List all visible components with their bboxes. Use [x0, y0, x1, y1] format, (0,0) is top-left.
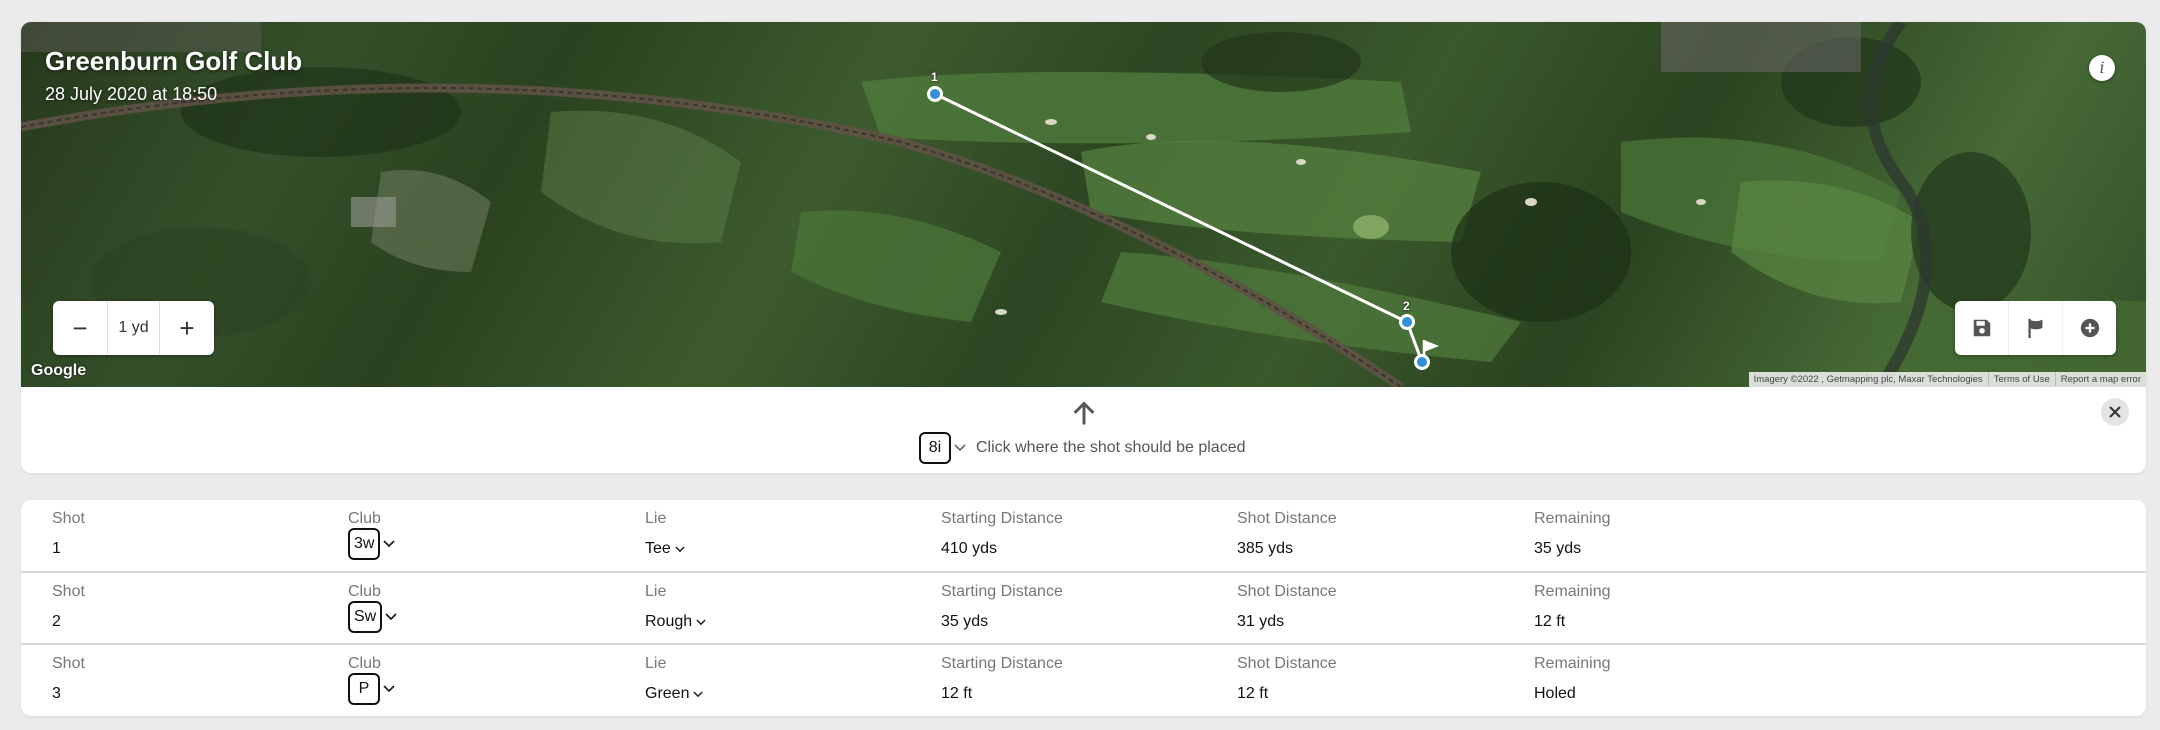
chevron-down-icon[interactable] — [954, 444, 966, 452]
club-chip[interactable]: P — [348, 673, 380, 705]
chevron-down-icon[interactable] — [383, 540, 396, 548]
shot-header: Shot — [52, 510, 85, 527]
shots-table: Shot 1 Club 3w Lie Tee Starting Distance — [21, 500, 2146, 716]
placement-club-chip[interactable]: 8i — [919, 432, 951, 464]
shot-distance-value: 12 ft — [1237, 685, 1269, 702]
zoom-level: 1 yd — [107, 301, 160, 355]
satellite-map[interactable]: 1 2 Greenburn Golf Club 28 July 2020 at … — [21, 22, 2146, 387]
shot-distance-header: Shot Distance — [1237, 655, 1337, 672]
lie-header: Lie — [645, 510, 667, 527]
placement-prompt: 8i Click where the shot should be placed — [919, 432, 1246, 464]
chevron-down-icon[interactable] — [693, 690, 704, 698]
remaining-header: Remaining — [1534, 655, 1611, 672]
lie-header: Lie — [645, 655, 667, 672]
remaining-header: Remaining — [1534, 583, 1611, 600]
start-distance-header: Starting Distance — [941, 655, 1063, 672]
add-circle-icon — [2080, 318, 2099, 338]
chevron-down-icon[interactable] — [385, 613, 397, 621]
lie-value[interactable]: Rough — [645, 613, 692, 631]
lie-header: Lie — [645, 583, 667, 600]
shot-number: 1 — [52, 540, 61, 557]
chevron-down-icon[interactable] — [383, 685, 395, 693]
start-distance-value: 410 yds — [941, 540, 998, 557]
close-icon — [2109, 406, 2121, 418]
placement-instruction: Click where the shot should be placed — [976, 439, 1246, 456]
lie-select[interactable]: Tee — [645, 540, 685, 558]
start-distance-header: Starting Distance — [941, 583, 1063, 600]
shot-marker[interactable] — [927, 86, 943, 102]
remaining-value: 35 yds — [1534, 540, 1582, 557]
map-tools — [1955, 301, 2116, 355]
shot-number: 2 — [52, 613, 61, 630]
terms-link[interactable]: Terms of Use — [1987, 372, 2055, 387]
club-select[interactable]: P — [348, 673, 395, 705]
info-button[interactable]: i — [2089, 55, 2115, 81]
lie-select[interactable]: Green — [645, 685, 704, 703]
chevron-down-icon[interactable] — [675, 545, 685, 553]
ball-position-marker[interactable] — [1414, 354, 1430, 370]
lie-select[interactable]: Rough — [645, 613, 706, 631]
remaining-header: Remaining — [1534, 510, 1611, 527]
club-select[interactable]: 3w — [348, 528, 396, 560]
add-shot-button[interactable] — [2062, 301, 2116, 355]
flag-button[interactable] — [2008, 301, 2062, 355]
close-button[interactable] — [2101, 398, 2129, 426]
arrow-up-icon — [1073, 401, 1095, 425]
start-distance-header: Starting Distance — [941, 510, 1063, 527]
club-header: Club — [348, 655, 381, 672]
zoom-in-button[interactable]: + — [160, 301, 214, 355]
club-chip[interactable]: 3w — [348, 528, 381, 560]
google-logo: Google — [31, 362, 87, 379]
club-select[interactable]: Sw — [348, 601, 397, 633]
report-error-link[interactable]: Report a map error — [2054, 372, 2146, 387]
club-chip[interactable]: Sw — [348, 601, 383, 633]
chevron-down-icon[interactable] — [696, 618, 706, 626]
round-date: 28 July 2020 at 18:50 — [45, 84, 218, 104]
start-distance-value: 35 yds — [941, 613, 989, 630]
shot-marker[interactable] — [1399, 314, 1415, 330]
zoom-out-button[interactable]: − — [53, 301, 107, 355]
shot-header: Shot — [52, 583, 85, 600]
shot-marker-label: 2 — [1403, 299, 1410, 313]
remaining-value: 12 ft — [1534, 613, 1566, 630]
club-header: Club — [348, 583, 381, 600]
shot-distance-header: Shot Distance — [1237, 510, 1337, 527]
club-header: Club — [348, 510, 381, 527]
table-row: Shot 3 Club P Lie Green Starting Distanc… — [21, 643, 2146, 715]
shot-distance-value: 385 yds — [1237, 540, 1294, 557]
lie-value[interactable]: Green — [645, 685, 689, 703]
shot-marker-label: 1 — [931, 70, 938, 84]
map-attribution: Imagery ©2022 , Getmapping plc, Maxar Te… — [1748, 372, 2146, 387]
lie-value[interactable]: Tee — [645, 540, 671, 558]
shot-distance-header: Shot Distance — [1237, 583, 1337, 600]
shot-header: Shot — [52, 655, 85, 672]
save-button[interactable] — [1955, 301, 2008, 355]
table-row: Shot 2 Club Sw Lie Rough Starting Distan… — [21, 571, 2146, 643]
map-card: 1 2 Greenburn Golf Club 28 July 2020 at … — [21, 22, 2146, 473]
map-terrain — [21, 22, 2146, 387]
course-name: Greenburn Golf Club — [45, 46, 303, 76]
remaining-value: Holed — [1534, 685, 1576, 702]
shot-number: 3 — [52, 685, 61, 702]
zoom-control: − 1 yd + — [53, 301, 214, 355]
shot-distance-value: 31 yds — [1237, 613, 1285, 630]
table-row: Shot 1 Club 3w Lie Tee Starting Distance — [21, 500, 2146, 572]
start-distance-value: 12 ft — [941, 685, 973, 702]
save-icon — [1973, 319, 1990, 337]
imagery-credit: Imagery ©2022 , Getmapping plc, Maxar Te… — [1753, 374, 1983, 385]
flag-icon — [2027, 318, 2042, 339]
